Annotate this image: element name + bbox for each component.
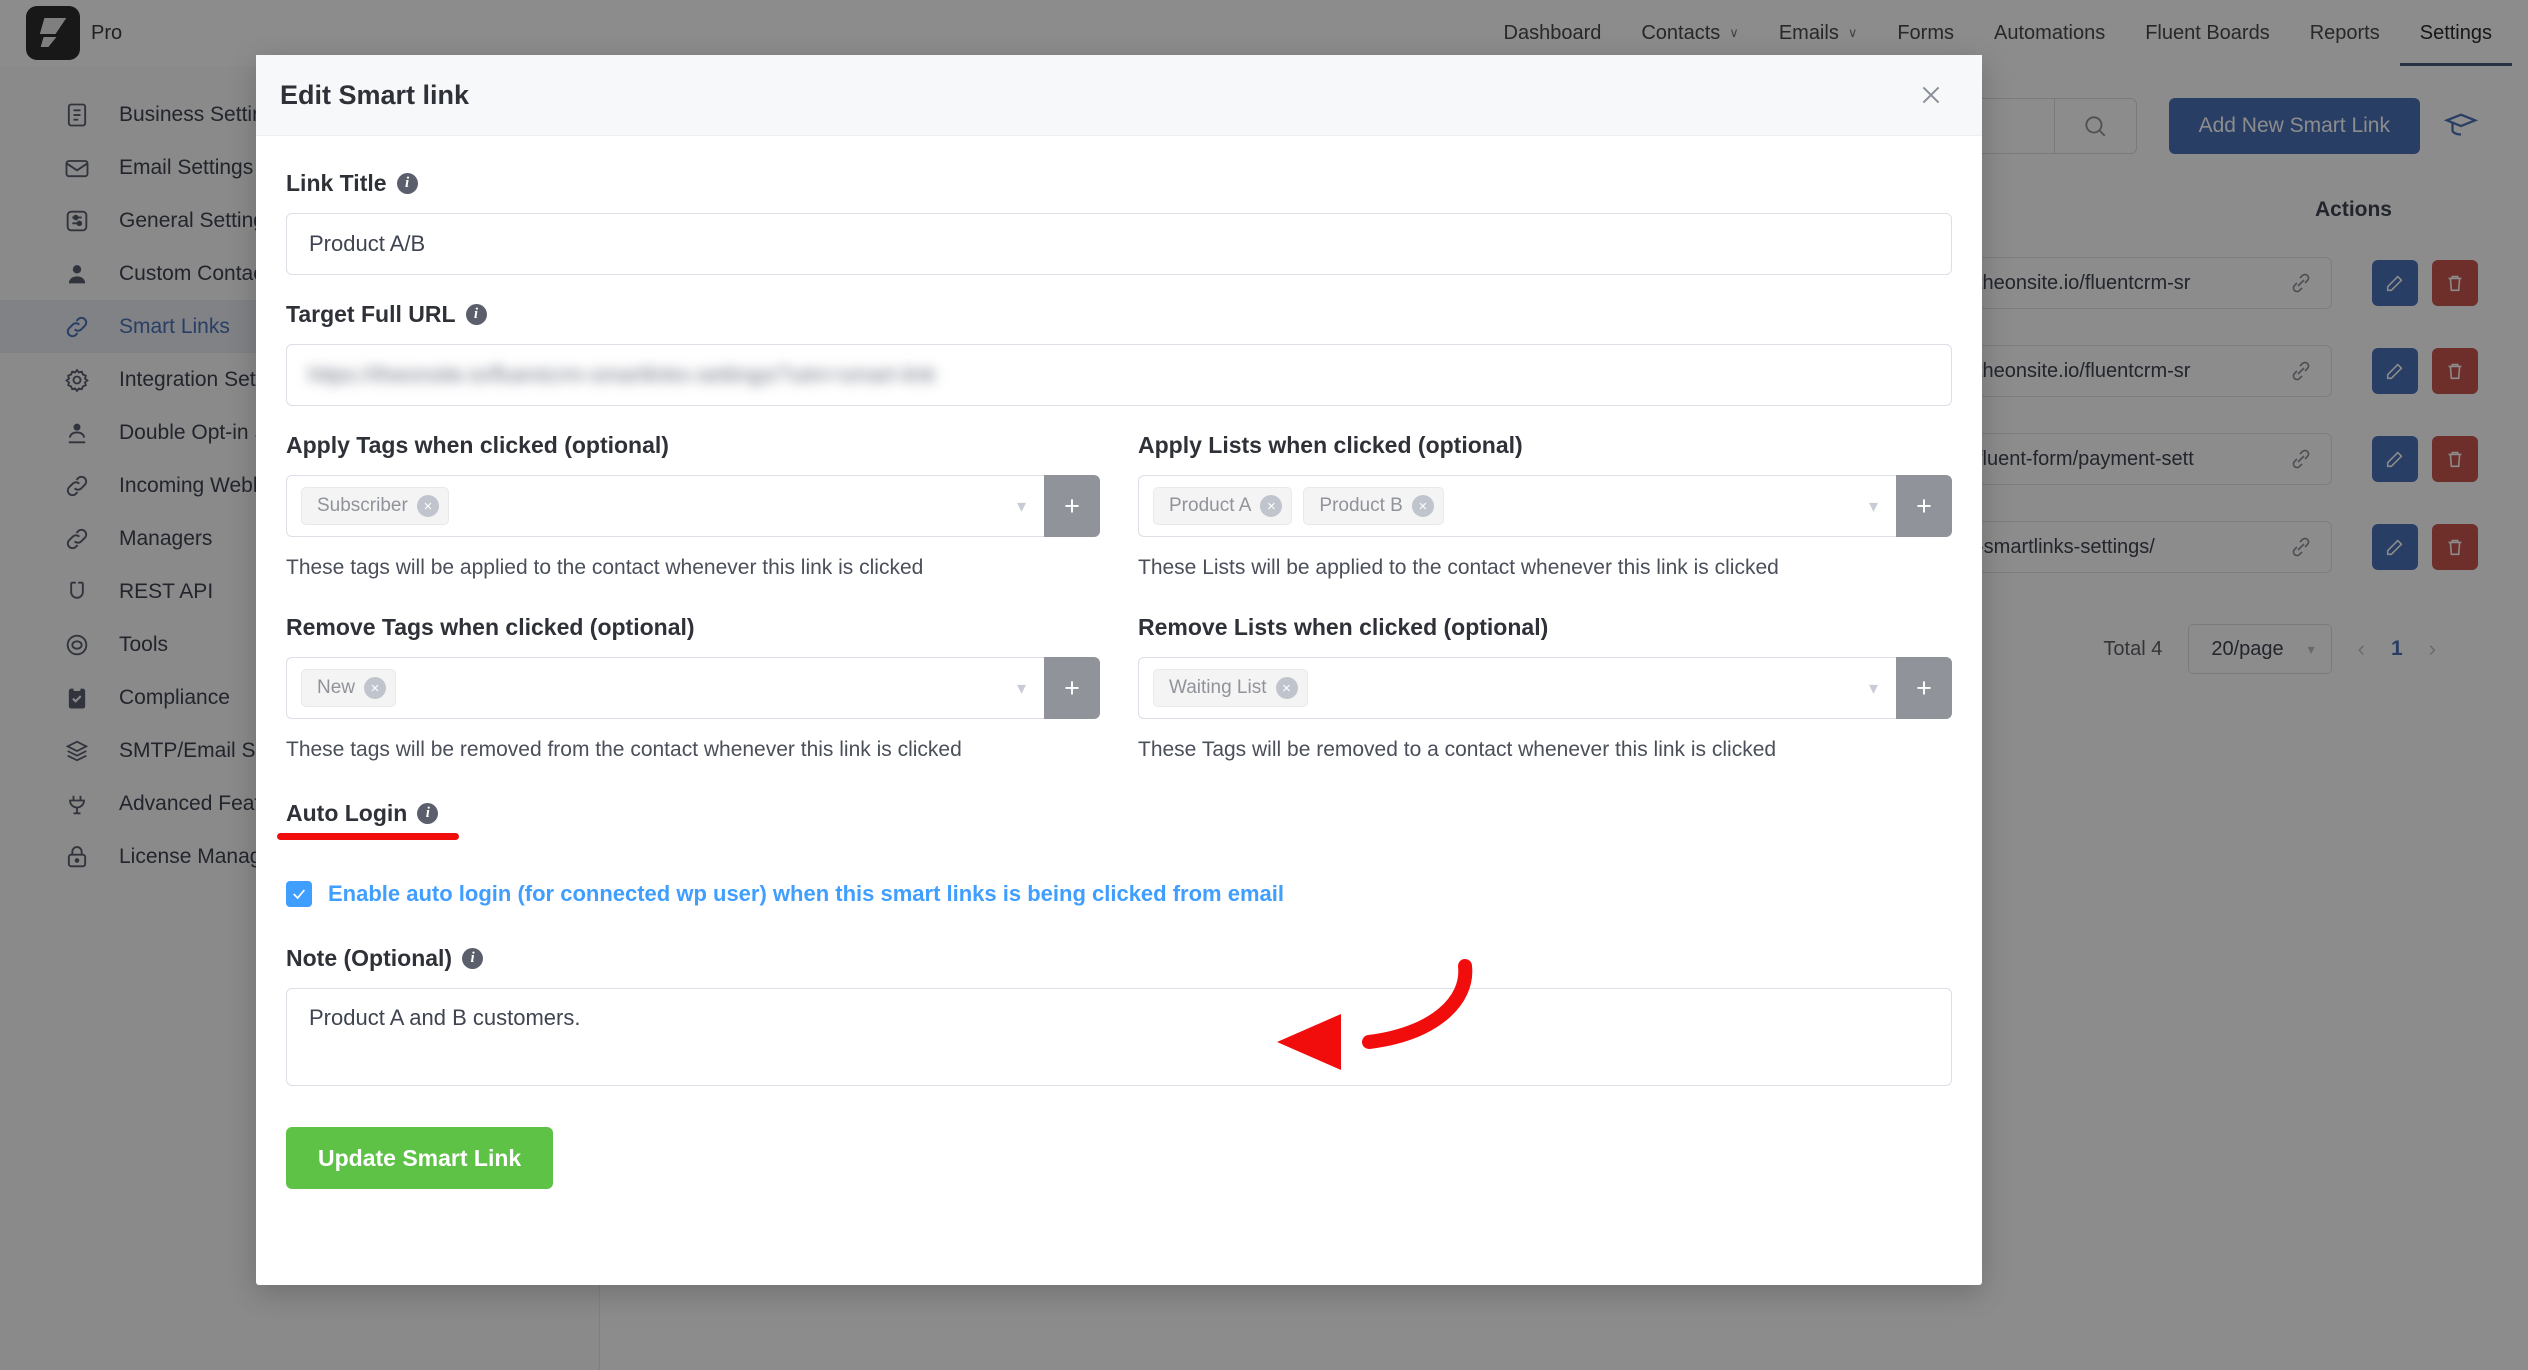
apply-lists-field: Apply Lists when clicked (optional) Prod… bbox=[1138, 432, 1952, 580]
apply-tags-select-row: Subscriber × ▾ + bbox=[286, 475, 1100, 537]
remove-chip-icon[interactable]: × bbox=[364, 677, 387, 699]
chevron-down-icon: ▾ bbox=[1016, 677, 1026, 698]
label-text: Link Title bbox=[286, 170, 387, 196]
remove-chip-icon[interactable]: × bbox=[1260, 495, 1283, 517]
info-icon[interactable]: i bbox=[462, 948, 484, 969]
note-textarea[interactable] bbox=[286, 988, 1952, 1086]
apply-lists-label: Apply Lists when clicked (optional) bbox=[1138, 432, 1523, 458]
target-url-label: Target Full URL i bbox=[286, 301, 1952, 328]
remove-lists-field: Remove Lists when clicked (optional) Wai… bbox=[1138, 614, 1952, 762]
apply-tags-label: Apply Tags when clicked (optional) bbox=[286, 432, 669, 458]
tag-chip: Subscriber × bbox=[301, 487, 449, 525]
dialog-title: Edit Smart link bbox=[280, 79, 470, 110]
dialog-header: Edit Smart link bbox=[256, 55, 1982, 136]
apply-lists-help: These Lists will be applied to the conta… bbox=[1138, 556, 1779, 579]
chip-label: New bbox=[317, 677, 356, 698]
chevron-down-icon: ▾ bbox=[1868, 495, 1878, 516]
remove-lists-help: These Tags will be removed to a contact … bbox=[1138, 738, 1777, 761]
apply-lists-select-row: Product A × Product B × ▾ + bbox=[1138, 475, 1952, 537]
target-url-input-wrap[interactable]: https://theonsite.io/fluentcrm-smartlink… bbox=[286, 344, 1952, 406]
screen: Pro Dashboard Contacts ∨ Emails ∨ Forms bbox=[0, 0, 2528, 1370]
remove-chip-icon[interactable]: × bbox=[416, 495, 439, 517]
remove-tags-label: Remove Tags when clicked (optional) bbox=[286, 614, 695, 640]
remove-lists-select-row: Waiting List × ▾ + bbox=[1138, 657, 1952, 719]
annotation-underline bbox=[277, 833, 459, 840]
remove-tags-select-row: New × ▾ + bbox=[286, 657, 1100, 719]
link-title-input[interactable] bbox=[286, 213, 1952, 275]
add-list-button[interactable]: + bbox=[1896, 475, 1952, 537]
chip-label: Product B bbox=[1319, 495, 1403, 516]
remove-lists-label: Remove Lists when clicked (optional) bbox=[1138, 614, 1549, 640]
auto-login-label: Auto Login i bbox=[277, 800, 459, 840]
remove-tags-help: These tags will be removed from the cont… bbox=[286, 738, 962, 761]
label-text: Target Full URL bbox=[286, 301, 456, 327]
label-text: Note (Optional) bbox=[286, 945, 453, 971]
info-icon[interactable]: i bbox=[465, 304, 487, 325]
info-icon[interactable]: i bbox=[396, 173, 418, 194]
label-text: Auto Login bbox=[286, 800, 408, 826]
apply-tags-field: Apply Tags when clicked (optional) Subsc… bbox=[286, 432, 1100, 580]
chevron-down-icon: ▾ bbox=[1868, 677, 1878, 698]
chevron-down-icon: ▾ bbox=[1016, 495, 1026, 516]
remove-lists-select[interactable]: Waiting List × ▾ bbox=[1138, 657, 1896, 719]
apply-row: Apply Tags when clicked (optional) Subsc… bbox=[286, 432, 1952, 580]
add-remove-list-button[interactable]: + bbox=[1896, 657, 1952, 719]
list-chip: Product B × bbox=[1303, 487, 1444, 525]
link-title-field: Link Title i bbox=[286, 170, 1952, 275]
remove-chip-icon[interactable]: × bbox=[1411, 495, 1434, 517]
auto-login-checkbox-row: Enable auto login (for connected wp user… bbox=[286, 881, 1952, 907]
target-url-redacted-value: https://theonsite.io/fluentcrm-smartlink… bbox=[308, 362, 936, 387]
chip-label: Waiting List bbox=[1169, 677, 1267, 698]
update-smart-link-button[interactable]: Update Smart Link bbox=[286, 1127, 554, 1189]
info-icon[interactable]: i bbox=[417, 803, 439, 824]
chip-label: Product A bbox=[1169, 495, 1252, 516]
list-chip: Product A × bbox=[1153, 487, 1293, 525]
remove-row: Remove Tags when clicked (optional) New … bbox=[286, 614, 1952, 762]
edit-smart-link-dialog: Edit Smart link Link Title i Target Full… bbox=[256, 55, 1982, 1285]
apply-tags-help: These tags will be applied to the contac… bbox=[286, 556, 924, 579]
auto-login-section: Auto Login i Enable auto login (for conn… bbox=[277, 800, 1952, 907]
add-tag-button[interactable]: + bbox=[1044, 475, 1100, 537]
auto-login-checkbox[interactable] bbox=[286, 881, 312, 907]
remove-tags-select[interactable]: New × ▾ bbox=[286, 657, 1044, 719]
target-url-field: Target Full URL i https://theonsite.io/f… bbox=[286, 301, 1952, 406]
remove-tags-field: Remove Tags when clicked (optional) New … bbox=[286, 614, 1100, 762]
link-title-label: Link Title i bbox=[286, 170, 1952, 197]
chip-label: Subscriber bbox=[317, 495, 408, 516]
close-icon[interactable] bbox=[1914, 78, 1948, 112]
add-remove-tag-button[interactable]: + bbox=[1044, 657, 1100, 719]
tag-chip: New × bbox=[301, 669, 397, 707]
note-field: Note (Optional) i bbox=[286, 945, 1952, 1091]
apply-tags-select[interactable]: Subscriber × ▾ bbox=[286, 475, 1044, 537]
apply-lists-select[interactable]: Product A × Product B × ▾ bbox=[1138, 475, 1896, 537]
auto-login-checkbox-label[interactable]: Enable auto login (for connected wp user… bbox=[328, 881, 1284, 907]
dialog-body: Link Title i Target Full URL i https://t… bbox=[256, 136, 1982, 1189]
remove-chip-icon[interactable]: × bbox=[1275, 677, 1298, 699]
list-chip: Waiting List × bbox=[1153, 669, 1308, 707]
note-label: Note (Optional) i bbox=[286, 945, 1952, 972]
